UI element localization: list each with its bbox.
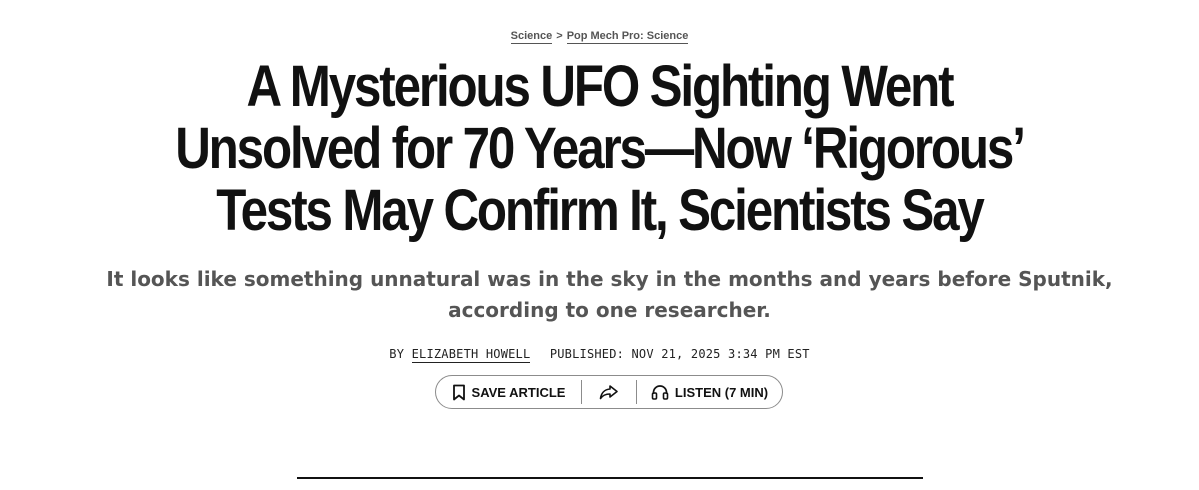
author-link[interactable]: ELIZABETH HOWELL bbox=[411, 347, 531, 363]
breadcrumb-link-science[interactable]: Science bbox=[510, 30, 553, 44]
save-article-label: SAVE ARTICLE bbox=[471, 384, 566, 400]
section-divider-rule bbox=[297, 477, 923, 479]
article-action-bar: SAVE ARTICLE LISTEN (7 MIN) bbox=[435, 375, 783, 409]
published-date: PUBLISHED: NOV 21, 2025 3:34 PM EST bbox=[549, 347, 810, 361]
byline-by-label: BY bbox=[389, 347, 405, 361]
byline: BY ELIZABETH HOWELL PUBLISHED: NOV 21, 2… bbox=[0, 347, 1199, 363]
breadcrumb-separator: > bbox=[556, 30, 563, 42]
article-title: A Mysterious UFO Sighting Went Unsolved … bbox=[175, 54, 1026, 243]
share-icon bbox=[599, 384, 619, 400]
article-subtitle: It looks like something unnatural was in… bbox=[106, 267, 1113, 322]
listen-button[interactable]: LISTEN (7 MIN) bbox=[637, 376, 782, 408]
headphones-icon bbox=[651, 384, 669, 400]
bookmark-icon bbox=[452, 384, 466, 401]
save-article-button[interactable]: SAVE ARTICLE bbox=[436, 376, 581, 408]
listen-label: LISTEN (7 MIN) bbox=[674, 384, 769, 400]
breadcrumb: Science > Pop Mech Pro: Science bbox=[0, 30, 1199, 44]
breadcrumb-link-pop-mech-pro-science[interactable]: Pop Mech Pro: Science bbox=[566, 30, 689, 44]
share-button[interactable] bbox=[582, 376, 636, 408]
